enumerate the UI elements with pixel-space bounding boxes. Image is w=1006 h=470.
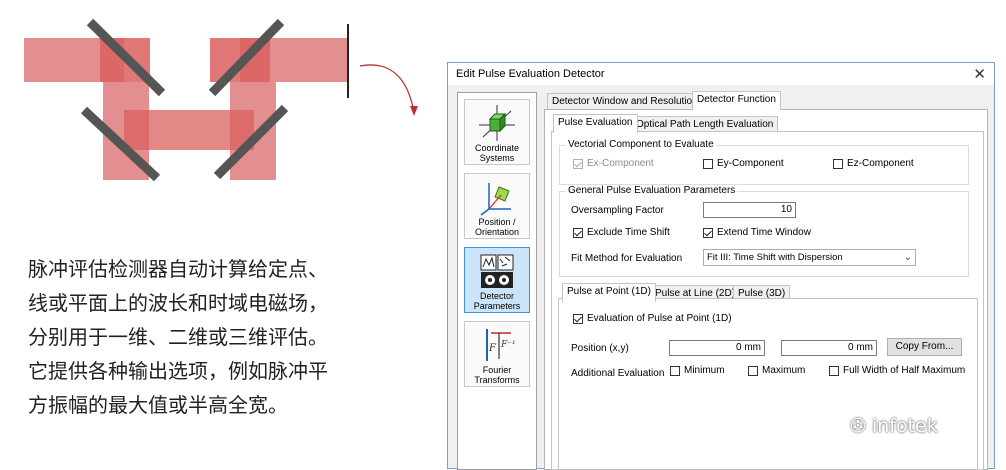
evaluation-pulse-point-checkbox[interactable]: Evaluation of Pulse at Point (1D) [573,313,732,324]
extend-time-window-checkbox[interactable]: Extend Time Window [703,227,811,238]
checkbox-box[interactable] [829,365,839,376]
axes-orientation-icon [480,183,511,216]
pulse-evaluation-dialog: Edit Pulse Evaluation Detector ✕ Coordin… [447,62,995,470]
checkbox-box[interactable] [703,158,713,169]
caption-line: 脉冲评估检测器自动计算给定点、 [28,257,328,281]
checkbox-label: Minimum [684,365,725,376]
watermark: ✇ infotek [850,415,938,437]
tab-detector-window[interactable]: Detector Window and Resolution [547,93,703,110]
group-title: Vectorial Component to Evaluate [566,139,716,150]
tab-detector-function[interactable]: Detector Function [692,91,781,110]
ez-component-checkbox[interactable]: Ez-Component [833,158,914,169]
sidebar: Coordinate Systems Position / Orientatio… [457,92,537,470]
arrow-head [410,106,418,116]
wechat-icon: ✇ [850,415,872,437]
maximum-checkbox[interactable]: Maximum [748,365,805,376]
additional-evaluation-label: Additional Evaluation [571,368,665,379]
fwhm-checkbox[interactable]: Full Width of Half Maximum [829,365,965,376]
tab-pulse-at-point[interactable]: Pulse at Point (1D) [562,283,656,302]
checkbox-box[interactable] [573,313,583,324]
oversampling-factor-input[interactable]: 10 [703,202,796,218]
checkbox-label: Ez-Component [847,158,914,169]
fourier-icon: F F⁻¹ [486,329,516,361]
title-bar[interactable]: Edit Pulse Evaluation Detector ✕ [448,63,994,85]
sidebar-item-label: Detector [479,291,514,301]
watermark-text: infotek [871,415,938,437]
cube-axes-icon [479,105,515,141]
sidebar-item-position-orientation[interactable]: Position / Orientation [464,173,530,239]
fit-method-select[interactable]: Fit III: Time Shift with Dispersion ⌄ [703,249,916,266]
sidebar-item-detector-parameters[interactable]: Detector Parameters [464,247,530,313]
ex-component-checkbox[interactable]: Ex-Component [573,158,654,169]
checkbox-label: Ey-Component [717,158,784,169]
position-label: Position (x,y) [571,343,629,354]
position-y-value: 0 [847,342,854,353]
minimum-checkbox[interactable]: Minimum [670,365,725,376]
sidebar-item-coordinate-systems[interactable]: Coordinate Systems [464,99,530,165]
fit-method-value: Fit III: Time Shift with Dispersion [707,252,843,263]
checkbox-label: Ex-Component [587,158,654,169]
fit-method-label: Fit Method for Evaluation [571,253,683,264]
close-icon[interactable]: ✕ [973,65,986,83]
sidebar-item-label: Orientation [474,227,520,237]
sidebar-item-fourier-transforms[interactable]: F F⁻¹ Fourier Transforms [464,321,530,387]
arrow-to-dialog [359,64,415,113]
checkbox-box[interactable] [833,158,843,169]
oversampling-label: Oversampling Factor [571,205,664,216]
checkbox-label: Exclude Time Shift [587,227,670,238]
copy-from-button[interactable]: Copy From... [887,338,962,356]
checkbox-label: Maximum [762,365,806,376]
exclude-time-shift-checkbox[interactable]: Exclude Time Shift [573,227,670,238]
chevron-down-icon: ⌄ [903,252,912,263]
checkbox-label: Extend Time Window [717,227,811,238]
laser-beam [24,38,347,180]
position-y-input[interactable]: 0 mm [781,340,877,356]
position-x-input[interactable]: 0 mm [669,340,765,356]
position-x-value: 0 [735,342,742,353]
detector-icon [480,254,514,288]
checkbox-box[interactable] [573,158,583,169]
sidebar-item-label: Systems [479,153,515,163]
caption-line: 分别用于一维、二维或三维评估。 [28,325,328,349]
caption-text: 脉冲评估检测器自动计算给定点、 线或平面上的波长和时域电磁场， 分别用于一维、二… [28,252,428,422]
caption-line: 线或平面上的波长和时域电磁场， [28,291,328,315]
tab-pulse-evaluation[interactable]: Pulse Evaluation [553,114,638,133]
checkbox-label: Evaluation of Pulse at Point (1D) [587,313,732,324]
unit-label: mm [744,342,761,353]
checkbox-box[interactable] [670,365,680,376]
group-title: General Pulse Evaluation Parameters [566,185,738,196]
sidebar-item-label: Fourier [482,365,512,375]
svg-text:F⁻¹: F⁻¹ [500,340,516,350]
svg-text:F: F [488,343,497,354]
checkbox-box[interactable] [748,365,758,376]
sidebar-item-label: Position / [478,217,516,227]
ey-component-checkbox[interactable]: Ey-Component [703,158,784,169]
dialog-title: Edit Pulse Evaluation Detector [456,68,605,80]
checkbox-label: Full Width of Half Maximum [843,365,966,376]
caption-line: 它提供各种输出选项，例如脉冲平 [28,359,328,383]
unit-label: mm [856,342,873,353]
checkbox-box[interactable] [573,227,583,238]
sidebar-item-label: Transforms [474,375,520,385]
sidebar-item-label: Coordinate [474,143,520,153]
sidebar-item-label: Parameters [473,301,521,311]
caption-line: 方振幅的最大值或半高全宽。 [28,393,288,417]
checkbox-box[interactable] [703,227,713,238]
